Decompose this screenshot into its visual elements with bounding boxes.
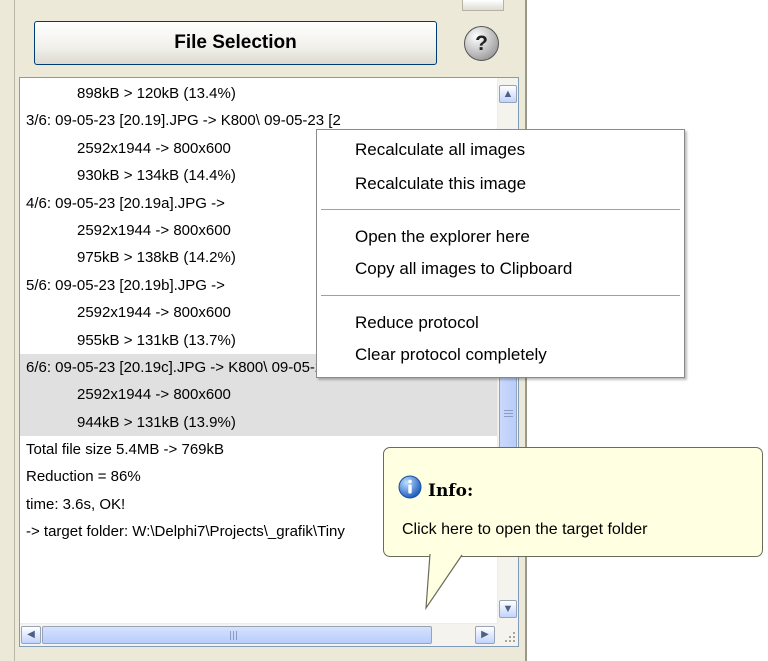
scroll-left-button[interactable]: ◀ xyxy=(21,626,41,644)
menu-recalculate-all[interactable]: Recalculate all images xyxy=(355,140,525,160)
hthumb-grip xyxy=(230,631,238,640)
menu-copy-to-clipboard[interactable]: Copy all images to Clipboard xyxy=(355,259,572,279)
context-menu: Recalculate all images Recalculate this … xyxy=(316,129,685,378)
info-balloon-tooltip[interactable]: Info: Click here to open the target fold… xyxy=(383,447,763,557)
tooltip-body: Click here to open the target folder xyxy=(402,521,648,538)
menu-separator xyxy=(321,295,680,296)
log-line[interactable]: 944kB > 131kB (13.9%) xyxy=(20,408,498,437)
scroll-down-button[interactable]: ▼ xyxy=(499,600,517,618)
menu-separator xyxy=(321,209,680,210)
horizontal-scroll-thumb[interactable] xyxy=(42,626,432,644)
log-line[interactable]: 898kB > 120kB (13.4%) xyxy=(20,80,498,107)
file-selection-button[interactable]: File Selection xyxy=(34,21,437,65)
menu-clear-protocol[interactable]: Clear protocol completely xyxy=(355,345,547,365)
thumb-grip xyxy=(504,410,513,418)
tooltip-title: Info: xyxy=(428,481,474,501)
top-tab-handle[interactable] xyxy=(462,0,504,11)
info-icon xyxy=(398,475,422,499)
help-button[interactable]: ? xyxy=(464,26,499,61)
tooltip-tail xyxy=(425,554,463,610)
menu-reduce-protocol[interactable]: Reduce protocol xyxy=(355,313,479,333)
log-line[interactable]: 2592x1944 -> 800x600 xyxy=(20,381,498,409)
horizontal-scrollbar[interactable]: ◀ ▶ xyxy=(20,623,498,646)
scroll-right-button[interactable]: ▶ xyxy=(475,626,495,644)
menu-open-explorer[interactable]: Open the explorer here xyxy=(355,227,530,247)
scroll-up-button[interactable]: ▲ xyxy=(499,85,517,103)
menu-recalculate-this[interactable]: Recalculate this image xyxy=(355,174,526,194)
resize-grip[interactable] xyxy=(498,624,518,646)
panel-left-edge xyxy=(14,0,15,661)
